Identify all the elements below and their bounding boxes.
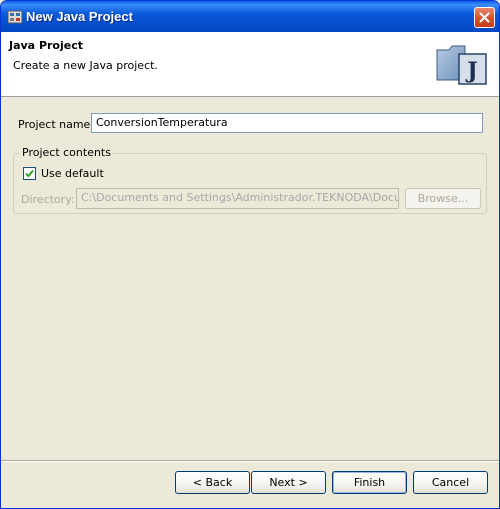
wizard-banner: Java Project Create a new Java project. … bbox=[1, 32, 499, 97]
browse-button[interactable]: Browse... bbox=[405, 188, 481, 209]
directory-input[interactable]: C:\Documents and Settings\Administrador.… bbox=[76, 188, 399, 209]
banner-title: Java Project bbox=[9, 39, 83, 52]
back-button[interactable]: < Back bbox=[175, 471, 250, 494]
footer-separator bbox=[1, 460, 499, 462]
next-button[interactable]: Next > bbox=[251, 471, 326, 494]
cancel-button[interactable]: Cancel bbox=[413, 471, 488, 494]
java-project-wizard-icon bbox=[7, 10, 23, 24]
new-java-project-dialog: New Java Project Java Project Create a n… bbox=[0, 0, 500, 509]
banner-description: Create a new Java project. bbox=[13, 59, 158, 72]
title-bar[interactable]: New Java Project bbox=[1, 1, 499, 32]
directory-label: Directory: bbox=[21, 193, 75, 206]
finish-button[interactable]: Finish bbox=[332, 471, 407, 494]
project-contents-label: Project contents bbox=[20, 146, 113, 159]
checkmark-icon bbox=[25, 169, 34, 178]
use-default-label[interactable]: Use default bbox=[41, 167, 104, 180]
close-button[interactable] bbox=[474, 7, 495, 28]
window-title: New Java Project bbox=[26, 9, 133, 24]
project-name-label: Project name: bbox=[18, 118, 95, 131]
java-letter: J bbox=[465, 58, 477, 84]
project-name-input[interactable]: ConversionTemperatura bbox=[91, 113, 483, 133]
use-default-checkbox[interactable] bbox=[23, 167, 36, 180]
java-folder-icon: J bbox=[436, 45, 487, 85]
wizard-page: Project name: ConversionTemperatura Proj… bbox=[1, 97, 499, 462]
project-contents-group: Project contents Use default Directory: … bbox=[13, 146, 487, 214]
